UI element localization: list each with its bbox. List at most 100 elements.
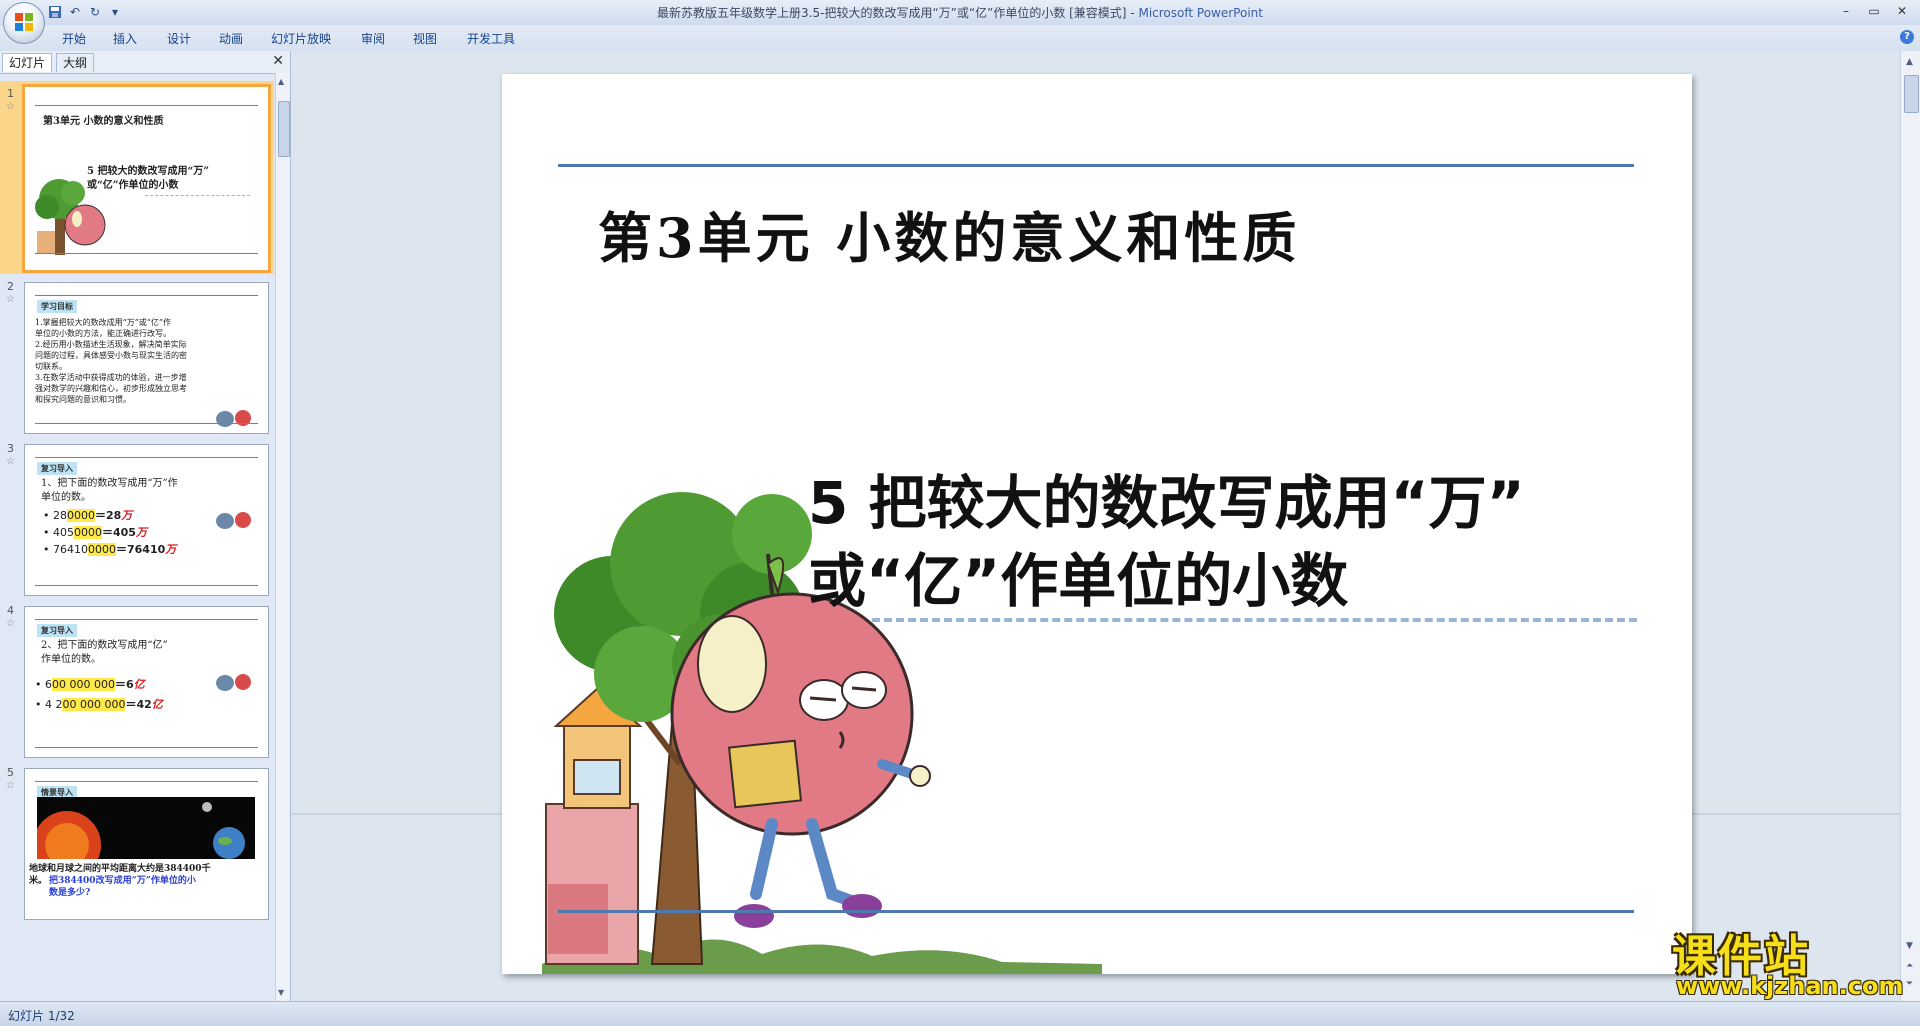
dashed-divider <box>872 618 1637 622</box>
slide-thumb-4[interactable]: 4 ☆ 复习导入 2、把下面的数改写成用“亿” 作单位的数。 • 600 000… <box>0 598 274 760</box>
money-bag-icon <box>216 674 251 691</box>
slide-editor: 第3单元 小数的意义和性质 5 把较大的数改写成用“万” 或“亿”作单位的小数 <box>291 51 1900 1001</box>
tab-review[interactable]: 审阅 <box>361 30 385 47</box>
slide-number: 3 <box>7 442 14 455</box>
slides-pane-scrollbar[interactable]: ▲ ▼ <box>275 73 290 1001</box>
tab-design[interactable]: 设计 <box>167 30 191 47</box>
scroll-up-icon[interactable]: ▲ <box>278 77 284 86</box>
body-line: 单位的小数的方法，能正确进行改写。 <box>35 329 171 338</box>
thumb-body: 1.掌握把较大的数改成用“万”或“亿”作 单位的小数的方法，能正确进行改写。 2… <box>35 317 187 405</box>
thumb-canvas: 复习导入 2、把下面的数改写成用“亿” 作单位的数。 • 600 000 000… <box>24 606 269 758</box>
document-title: 最新苏教版五年级数学上册3.5-把较大的数改写成用“万”或“亿”作单位的小数 [… <box>657 6 1127 20</box>
scroll-thumb[interactable] <box>278 101 290 157</box>
rule <box>35 253 258 254</box>
tab-view[interactable]: 视图 <box>413 30 437 47</box>
lesson-title-line-2[interactable]: 或“亿”作单位的小数 <box>808 534 1348 618</box>
thumb-canvas: 学习目标 1.掌握把较大的数改成用“万”或“亿”作 单位的小数的方法，能正确进行… <box>24 282 269 434</box>
star-icon: ☆ <box>6 618 15 629</box>
slide-thumb-5[interactable]: 5 ☆ 情景导入 地球和月球之间的平均距离大约是384400千 米。 把3844… <box>0 760 274 920</box>
editor-scrollbar[interactable]: ▲ ▼ ⏶ ⏷ <box>1900 51 1920 1001</box>
star-icon: ☆ <box>6 780 15 791</box>
app-name: Microsoft PowerPoint <box>1138 6 1263 20</box>
help-icon[interactable]: ? <box>1900 30 1914 44</box>
body-line: 数是多少? <box>49 888 91 898</box>
body-line: 强对数学的兴趣和信心，初步形成独立思考 <box>35 384 187 393</box>
unit-title[interactable]: 第3单元 小数的意义和性质 <box>598 194 1300 273</box>
body-line: 问题的过程，具体感受小数与现实生活的密 <box>35 351 187 360</box>
slide-thumb-1[interactable]: 1 ☆ 第3单元 小数的意义和性质 5 把较大的数改写成用“万” 或“亿”作单位… <box>0 81 274 274</box>
slide-canvas[interactable]: 第3单元 小数的意义和性质 5 把较大的数改写成用“万” 或“亿”作单位的小数 <box>502 74 1692 974</box>
dashed-rule <box>145 195 250 196</box>
slide-thumb-2[interactable]: 2 ☆ 学习目标 1.掌握把较大的数改成用“万”或“亿”作 单位的小数的方法，能… <box>0 274 274 436</box>
body-line: 2.经历用小数描述生活现象，解决简单实际 <box>35 340 187 349</box>
scroll-up-icon[interactable]: ▲ <box>1906 57 1913 67</box>
bottom-rule <box>558 910 1634 913</box>
scroll-down-icon[interactable]: ▼ <box>278 988 284 997</box>
rule <box>35 295 258 296</box>
scroll-thumb[interactable] <box>1904 75 1919 113</box>
slide-number: 4 <box>7 604 14 617</box>
question-line: 1、把下面的数改写成用“万”作 <box>41 478 178 489</box>
rule <box>35 585 258 586</box>
answer-row: • 4050000＝405万 <box>43 526 147 539</box>
tab-outline[interactable]: 大纲 <box>56 53 95 72</box>
section-tag: 复习导入 <box>37 624 77 637</box>
tab-slides[interactable]: 幻灯片 <box>2 53 53 72</box>
ribbon-tabs: 开始 插入 设计 动画 幻灯片放映 审阅 视图 开发工具 ? <box>0 25 1920 52</box>
pane-close-icon[interactable]: ✕ <box>272 53 284 69</box>
body-line: 和探究问题的意识和习惯。 <box>35 395 131 404</box>
answer-row: • 764100000＝76410万 <box>43 543 177 556</box>
rule <box>35 747 258 748</box>
slide-thumb-3[interactable]: 3 ☆ 复习导入 1、把下面的数改写成用“万”作 单位的数。 • 280000＝… <box>0 436 274 598</box>
body-line: 切联系。 <box>35 362 67 371</box>
scroll-down-icon[interactable]: ▼ <box>1906 941 1913 951</box>
minimize-button[interactable]: – <box>1836 2 1856 20</box>
tab-home[interactable]: 开始 <box>62 30 86 47</box>
body-line: 1.掌握把较大的数改成用“万”或“亿”作 <box>35 318 171 327</box>
status-bar: 幻灯片 1/32 <box>0 1001 1920 1026</box>
slide-counter: 幻灯片 1/32 <box>8 1009 75 1023</box>
tab-insert[interactable]: 插入 <box>113 30 137 47</box>
window-title: 最新苏教版五年级数学上册3.5-把较大的数改写成用“万”或“亿”作单位的小数 [… <box>657 6 1263 20</box>
slide-thumbnails: 1 ☆ 第3单元 小数的意义和性质 5 把较大的数改写成用“万” 或“亿”作单位… <box>0 73 274 1001</box>
office-button[interactable] <box>3 2 45 44</box>
answer-row: • 4 200 000 000＝42亿 <box>35 698 163 711</box>
question-line: 作单位的数。 <box>41 654 101 665</box>
earth-moon-image <box>37 797 255 859</box>
section-tag: 复习导入 <box>37 462 77 475</box>
tab-animations[interactable]: 动画 <box>219 30 243 47</box>
lesson-title-line-1[interactable]: 5 把较大的数改写成用“万” <box>808 456 1525 540</box>
close-button[interactable]: ✕ <box>1892 2 1912 20</box>
title-bar: ↶ ↻ ▾ 最新苏教版五年级数学上册3.5-把较大的数改写成用“万”或“亿”作单… <box>0 0 1920 44</box>
previous-slide-icon[interactable]: ⏶ <box>1906 961 1913 971</box>
rule <box>35 781 258 782</box>
top-rule <box>558 164 1634 167</box>
answer-list: • 600 000 000＝6亿 • 4 200 000 000＝42亿 <box>35 675 163 715</box>
next-slide-icon[interactable]: ⏷ <box>1906 979 1913 989</box>
rule <box>35 619 258 620</box>
answer-row: • 600 000 000＝6亿 <box>35 678 145 691</box>
watermark-url: www.kjzhan.com <box>1676 972 1904 1000</box>
thumb-canvas: 复习导入 1、把下面的数改写成用“万”作 单位的数。 • 280000＝28万 … <box>24 444 269 596</box>
question-line: 单位的数。 <box>41 492 91 503</box>
tab-slide-show[interactable]: 幻灯片放映 <box>271 30 331 47</box>
restore-button[interactable]: ▭ <box>1864 2 1884 20</box>
rule <box>35 423 258 424</box>
slide-number: 2 <box>7 280 14 293</box>
body-line: 3.在数学活动中获得成功的体验，进一步增 <box>35 373 187 382</box>
pane-tabs: 幻灯片 大纲 ✕ <box>0 51 290 74</box>
slides-pane: 幻灯片 大纲 ✕ 1 ☆ 第3单元 小数的意义和性质 5 把较大的数改写成用“万… <box>0 51 291 1001</box>
slide-number: 5 <box>7 766 14 779</box>
slide-number: 1 <box>7 87 14 100</box>
body-line: 米。 <box>29 876 48 886</box>
thumb-canvas: 情景导入 地球和月球之间的平均距离大约是384400千 米。 把384400改写… <box>24 768 269 920</box>
tab-developer[interactable]: 开发工具 <box>467 30 515 47</box>
star-icon: ☆ <box>6 456 15 467</box>
thumb-title: 第3单元 小数的意义和性质 <box>43 116 164 127</box>
rule <box>35 457 258 458</box>
rule <box>35 105 258 106</box>
money-bag-icon <box>216 512 251 529</box>
answer-list: • 280000＝28万 • 4050000＝405万 • 764100000＝… <box>43 507 176 558</box>
section-tag: 学习目标 <box>37 300 77 313</box>
thumb-canvas: 第3单元 小数的意义和性质 5 把较大的数改写成用“万” 或“亿”作单位的小数 <box>22 84 271 273</box>
